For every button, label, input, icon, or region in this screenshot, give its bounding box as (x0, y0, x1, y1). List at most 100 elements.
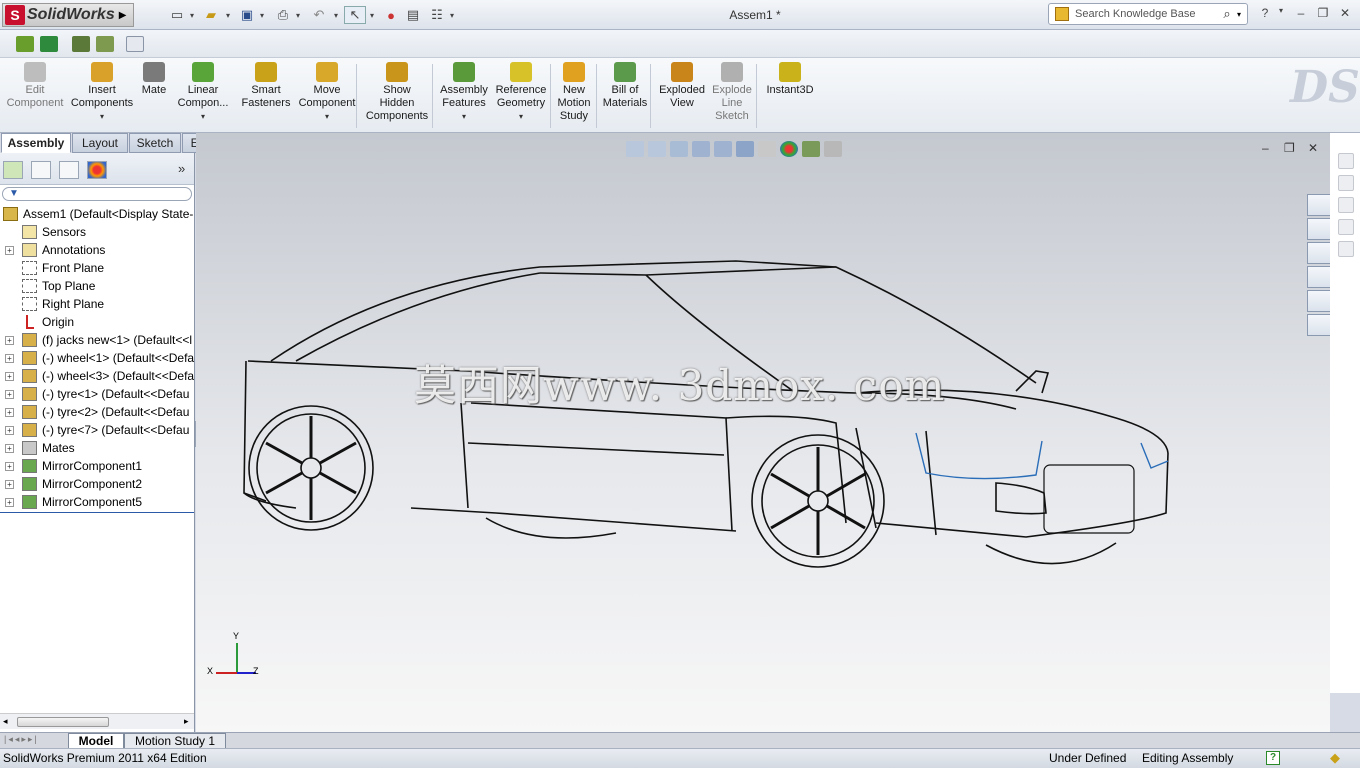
expand-icon[interactable]: + (5, 372, 14, 381)
tab-layout[interactable]: Layout (72, 133, 128, 153)
feature-manager-tab-icon[interactable] (3, 161, 23, 179)
options-dropdown-icon[interactable]: ▾ (446, 6, 458, 24)
search-input[interactable]: Search Knowledge Base (1075, 8, 1217, 20)
undo-dropdown-icon[interactable]: ▾ (330, 6, 342, 24)
component-icon[interactable] (72, 36, 90, 52)
expand-icon[interactable]: + (5, 246, 14, 255)
apply-scene-icon[interactable] (802, 141, 820, 157)
tree-root-assembly[interactable]: Assem1 (Default<Display State- (0, 205, 194, 223)
side-tool-icon-3[interactable] (1338, 197, 1354, 213)
dropdown-arrow-icon[interactable]: ▾ (70, 110, 134, 123)
display-style-icon[interactable] (736, 141, 754, 157)
new-document-icon[interactable]: ▭ (166, 6, 188, 24)
viewport-restore-icon[interactable]: ❐ (1284, 141, 1295, 155)
dropdown-arrow-icon[interactable]: ▾ (296, 110, 358, 123)
save-icon[interactable]: ▣ (236, 6, 258, 24)
dropdown-arrow-icon[interactable]: ▾ (174, 110, 232, 123)
tab-motion-study-1[interactable]: Motion Study 1 (124, 733, 226, 749)
tree-item[interactable]: + (-) wheel<3> (Default<<Defa (0, 367, 194, 385)
zoom-to-area-icon[interactable] (648, 141, 666, 157)
tree-icon[interactable] (96, 36, 114, 52)
expand-icon[interactable]: + (5, 426, 14, 435)
zoom-to-fit-icon[interactable] (626, 141, 644, 157)
tree-item[interactable]: + (-) tyre<2> (Default<<Defau (0, 403, 194, 421)
tree-item[interactable]: + Mates (0, 439, 194, 457)
search-icon[interactable]: ⌕ (1217, 6, 1237, 22)
scroll-thumb[interactable] (17, 717, 109, 727)
ribbon-button-assembly-features[interactable]: Assembly Features ▾ (436, 62, 492, 123)
edit-appearance-icon[interactable] (780, 141, 798, 157)
minimize-icon[interactable]: – (1292, 6, 1310, 20)
panel-horizontal-scrollbar[interactable]: ◂ ▸ (0, 713, 194, 729)
expand-icon[interactable]: + (5, 336, 14, 345)
tree-item[interactable]: + (-) tyre<1> (Default<<Defau (0, 385, 194, 403)
tree-item[interactable]: + MirrorComponent2 (0, 475, 194, 493)
tree-item[interactable]: + MirrorComponent5 (0, 493, 194, 511)
solidworks-resources-icon[interactable] (1307, 194, 1331, 216)
ribbon-button-instant3d[interactable]: Instant3D (760, 62, 820, 97)
view-palette-icon[interactable] (1307, 266, 1331, 288)
side-tool-icon-1[interactable] (1338, 153, 1354, 169)
ribbon-button-mate[interactable]: Mate (138, 62, 170, 97)
tab-scroll-arrows-icon[interactable]: |◂◂▸▸| (4, 734, 39, 745)
select-dropdown-icon[interactable]: ▾ (366, 6, 378, 24)
scroll-left-icon[interactable]: ◂ (3, 716, 8, 727)
print-dropdown-icon[interactable]: ▾ (292, 6, 304, 24)
design-library-icon[interactable] (1307, 218, 1331, 240)
ribbon-button-smart-fasteners[interactable]: Smart Fasteners (238, 62, 294, 110)
hide-show-items-icon[interactable] (758, 141, 776, 157)
tree-item[interactable]: Front Plane (0, 259, 194, 277)
property-manager-tab-icon[interactable] (31, 161, 51, 179)
options-icon[interactable]: ☷ (426, 6, 448, 24)
ribbon-button-edit-component[interactable]: Edit Component (6, 62, 64, 110)
search-knowledge-base[interactable]: Search Knowledge Base ⌕ ▾ (1048, 3, 1248, 25)
ribbon-button-show-hidden[interactable]: Show Hidden Components (362, 62, 432, 123)
scroll-right-icon[interactable]: ▸ (184, 716, 189, 727)
previous-view-icon[interactable] (670, 141, 688, 157)
open-icon[interactable]: ▰ (200, 6, 222, 24)
expand-icon[interactable]: + (5, 354, 14, 363)
tree-item[interactable]: Right Plane (0, 295, 194, 313)
tree-item[interactable]: Sensors (0, 223, 194, 241)
view-settings-icon[interactable] (824, 141, 842, 157)
tree-item[interactable]: + MirrorComponent1 (0, 457, 194, 475)
help-dropdown-icon[interactable]: ▾ (1272, 6, 1290, 15)
tree-rollback-bar[interactable] (0, 512, 194, 513)
graphics-area[interactable]: – ❐ ✕ Y X Z 莫西网www. 3dmox. com (196, 133, 1330, 732)
tree-item[interactable]: + (-) tyre<7> (Default<<Defau (0, 421, 194, 439)
configuration-manager-tab-icon[interactable] (59, 161, 79, 179)
ribbon-button-motion-study[interactable]: New Motion Study (554, 62, 594, 123)
expand-icon[interactable]: + (5, 480, 14, 489)
search-dropdown-icon[interactable]: ▾ (1237, 10, 1247, 19)
expand-icon[interactable]: + (5, 390, 14, 399)
appearances-scenes-icon[interactable] (1307, 290, 1331, 312)
quick-tips-icon[interactable]: ? (1266, 751, 1280, 765)
rebuild-icon[interactable]: ● (380, 6, 402, 24)
viewport-minimize-icon[interactable]: – (1262, 141, 1269, 155)
tab-model[interactable]: Model (68, 733, 124, 749)
display-manager-tab-icon[interactable] (87, 161, 107, 179)
restore-icon[interactable]: ❐ (1314, 6, 1332, 20)
select-icon[interactable]: ↖ (344, 6, 366, 24)
section-view-icon[interactable] (692, 141, 710, 157)
side-tool-icon-5[interactable] (1338, 241, 1354, 257)
expand-icon[interactable]: + (5, 462, 14, 471)
dropdown-arrow-icon[interactable]: ▾ (492, 110, 550, 123)
new-dropdown-icon[interactable]: ▾ (186, 6, 198, 24)
car-model-wireframe[interactable] (236, 253, 1176, 733)
ribbon-button-linear-pattern[interactable]: Linear Compon... ▾ (174, 62, 232, 123)
ribbon-button-insert-components[interactable]: Insert Components ▾ (70, 62, 134, 123)
tree-item[interactable]: + (f) jacks new<1> (Default<<l (0, 331, 194, 349)
tab-sketch[interactable]: Sketch (129, 133, 181, 153)
open-dropdown-icon[interactable]: ▾ (222, 6, 234, 24)
expand-icon[interactable]: + (5, 498, 14, 507)
dropdown-arrow-icon[interactable]: ▾ (436, 110, 492, 123)
expand-icon[interactable]: + (5, 444, 14, 453)
tree-item[interactable]: + (-) wheel<1> (Default<<Defa (0, 349, 194, 367)
save-dropdown-icon[interactable]: ▾ (256, 6, 268, 24)
file-properties-icon[interactable]: ▤ (402, 6, 424, 24)
open-folder-icon[interactable] (16, 36, 34, 52)
close-icon[interactable]: ✕ (1336, 6, 1354, 20)
panel-expand-icon[interactable]: » (178, 161, 185, 176)
tab-assembly[interactable]: Assembly (1, 133, 71, 153)
